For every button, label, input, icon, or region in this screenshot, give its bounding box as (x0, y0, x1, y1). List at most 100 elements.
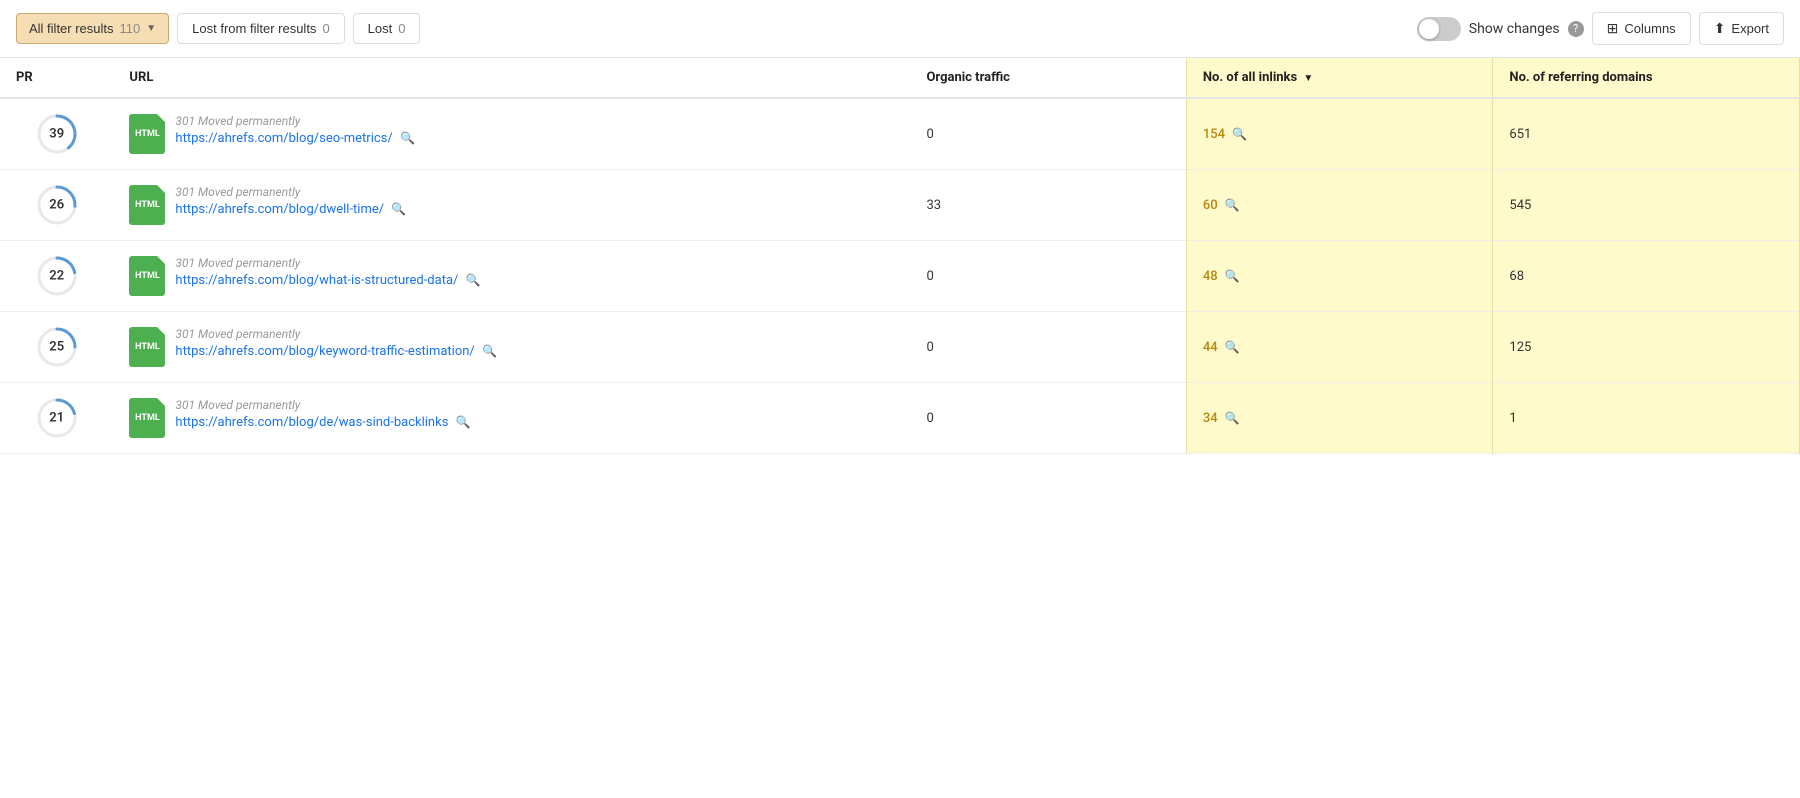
show-changes-area: Show changes ? (1417, 17, 1584, 41)
show-changes-toggle[interactable] (1417, 17, 1461, 41)
search-icon[interactable]: 🔍 (391, 202, 406, 216)
pr-value: 26 (49, 198, 64, 213)
inlinks-cell: 34 🔍 (1186, 383, 1493, 454)
search-icon[interactable]: 🔍 (1225, 411, 1240, 425)
referring-domains-cell: 1 (1493, 383, 1800, 454)
html-file-icon: HTML (129, 256, 165, 296)
table-row: 21 HTML 301 Moved permanently https://ah… (0, 383, 1800, 454)
export-label: Export (1731, 21, 1769, 36)
url-link[interactable]: https://ahrefs.com/blog/seo-metrics/ (175, 131, 392, 146)
referring-domains-cell: 125 (1493, 312, 1800, 383)
chevron-down-icon: ▼ (146, 23, 156, 34)
main-table: PR URL Organic traffic No. of all inlink… (0, 58, 1800, 454)
search-icon[interactable]: 🔍 (482, 344, 497, 358)
th-url: URL (113, 58, 910, 98)
pr-cell: 22 (0, 241, 113, 312)
columns-label: Columns (1624, 21, 1675, 36)
pr-circle: 21 (36, 397, 78, 439)
search-icon[interactable]: 🔍 (1225, 340, 1240, 354)
pr-circle: 26 (36, 184, 78, 226)
search-icon[interactable]: 🔍 (1232, 127, 1247, 141)
url-info: 301 Moved permanently https://ahrefs.com… (175, 185, 406, 217)
referring-domains-value: 68 (1509, 269, 1524, 284)
pr-cell: 26 (0, 170, 113, 241)
table-wrap: PR URL Organic traffic No. of all inlink… (0, 58, 1800, 454)
referring-domains-value: 125 (1509, 340, 1531, 355)
table-row: 25 HTML 301 Moved permanently https://ah… (0, 312, 1800, 383)
redirect-label: 301 Moved permanently (175, 256, 480, 270)
referring-domains-cell: 545 (1493, 170, 1800, 241)
referring-domains-value: 545 (1509, 198, 1531, 213)
inlinks-cell: 154 🔍 (1186, 98, 1493, 170)
organic-traffic-value: 0 (926, 411, 933, 426)
pr-value: 21 (49, 411, 64, 426)
th-organic-traffic: Organic traffic (910, 58, 1186, 98)
columns-icon: ⊞ (1607, 20, 1619, 37)
pr-value: 25 (49, 340, 64, 355)
url-info: 301 Moved permanently https://ahrefs.com… (175, 256, 480, 288)
lost-count: 0 (398, 21, 405, 36)
organic-traffic-cell: 33 (910, 170, 1186, 241)
organic-traffic-cell: 0 (910, 241, 1186, 312)
all-filter-label: All filter results (29, 21, 114, 36)
url-link[interactable]: https://ahrefs.com/blog/dwell-time/ (175, 202, 384, 217)
search-icon[interactable]: 🔍 (1225, 198, 1240, 212)
inlinks-cell: 44 🔍 (1186, 312, 1493, 383)
organic-traffic-value: 0 (926, 127, 933, 142)
organic-traffic-cell: 0 (910, 312, 1186, 383)
help-icon[interactable]: ? (1568, 21, 1584, 37)
export-icon: ⬆ (1714, 20, 1726, 37)
url-info: 301 Moved permanently https://ahrefs.com… (175, 114, 415, 146)
search-icon[interactable]: 🔍 (466, 273, 481, 287)
url-info: 301 Moved permanently https://ahrefs.com… (175, 398, 470, 430)
lost-filter-button[interactable]: Lost from filter results 0 (177, 13, 345, 44)
table-row: 26 HTML 301 Moved permanently https://ah… (0, 170, 1800, 241)
url-link[interactable]: https://ahrefs.com/blog/keyword-traffic-… (175, 344, 474, 359)
pr-value: 22 (49, 269, 64, 284)
inlinks-value: 154 (1203, 127, 1225, 142)
referring-domains-cell: 651 (1493, 98, 1800, 170)
columns-button[interactable]: ⊞ Columns (1592, 12, 1691, 45)
html-file-icon: HTML (129, 185, 165, 225)
export-button[interactable]: ⬆ Export (1699, 12, 1784, 45)
table-header-row: PR URL Organic traffic No. of all inlink… (0, 58, 1800, 98)
html-file-icon: HTML (129, 114, 165, 154)
redirect-label: 301 Moved permanently (175, 398, 470, 412)
pr-circle: 25 (36, 326, 78, 368)
referring-domains-cell: 68 (1493, 241, 1800, 312)
organic-traffic-value: 0 (926, 269, 933, 284)
organic-traffic-cell: 0 (910, 98, 1186, 170)
inlinks-value: 60 (1203, 198, 1218, 213)
lost-filter-count: 0 (322, 21, 329, 36)
th-pr-label: PR (16, 70, 33, 85)
table-row: 39 HTML 301 Moved permanently https://ah… (0, 98, 1800, 170)
show-changes-label: Show changes (1469, 21, 1560, 37)
url-cell: HTML 301 Moved permanently https://ahref… (113, 241, 910, 312)
th-pr: PR (0, 58, 113, 98)
inlinks-value: 34 (1203, 411, 1218, 426)
inlinks-value: 48 (1203, 269, 1218, 284)
th-inlinks[interactable]: No. of all inlinks ▼ (1186, 58, 1493, 98)
redirect-label: 301 Moved permanently (175, 114, 415, 128)
inlinks-cell: 48 🔍 (1186, 241, 1493, 312)
search-icon[interactable]: 🔍 (1225, 269, 1240, 283)
search-icon[interactable]: 🔍 (456, 415, 471, 429)
url-link[interactable]: https://ahrefs.com/blog/what-is-structur… (175, 273, 458, 288)
organic-traffic-value: 33 (926, 198, 941, 213)
lost-filter-label: Lost from filter results (192, 21, 316, 36)
pr-circle: 22 (36, 255, 78, 297)
sort-desc-icon: ▼ (1303, 73, 1313, 84)
pr-cell: 39 (0, 98, 113, 170)
lost-button[interactable]: Lost 0 (353, 13, 421, 44)
url-cell: HTML 301 Moved permanently https://ahref… (113, 170, 910, 241)
th-inlinks-label: No. of all inlinks (1203, 70, 1297, 85)
th-referring-domains-label: No. of referring domains (1509, 70, 1652, 85)
redirect-label: 301 Moved permanently (175, 327, 497, 341)
inlinks-cell: 60 🔍 (1186, 170, 1493, 241)
all-filter-button[interactable]: All filter results 110 ▼ (16, 13, 169, 44)
referring-domains-value: 651 (1509, 127, 1531, 142)
th-url-label: URL (129, 70, 153, 85)
organic-traffic-cell: 0 (910, 383, 1186, 454)
url-link[interactable]: https://ahrefs.com/blog/de/was-sind-back… (175, 415, 448, 430)
search-icon[interactable]: 🔍 (400, 131, 415, 145)
